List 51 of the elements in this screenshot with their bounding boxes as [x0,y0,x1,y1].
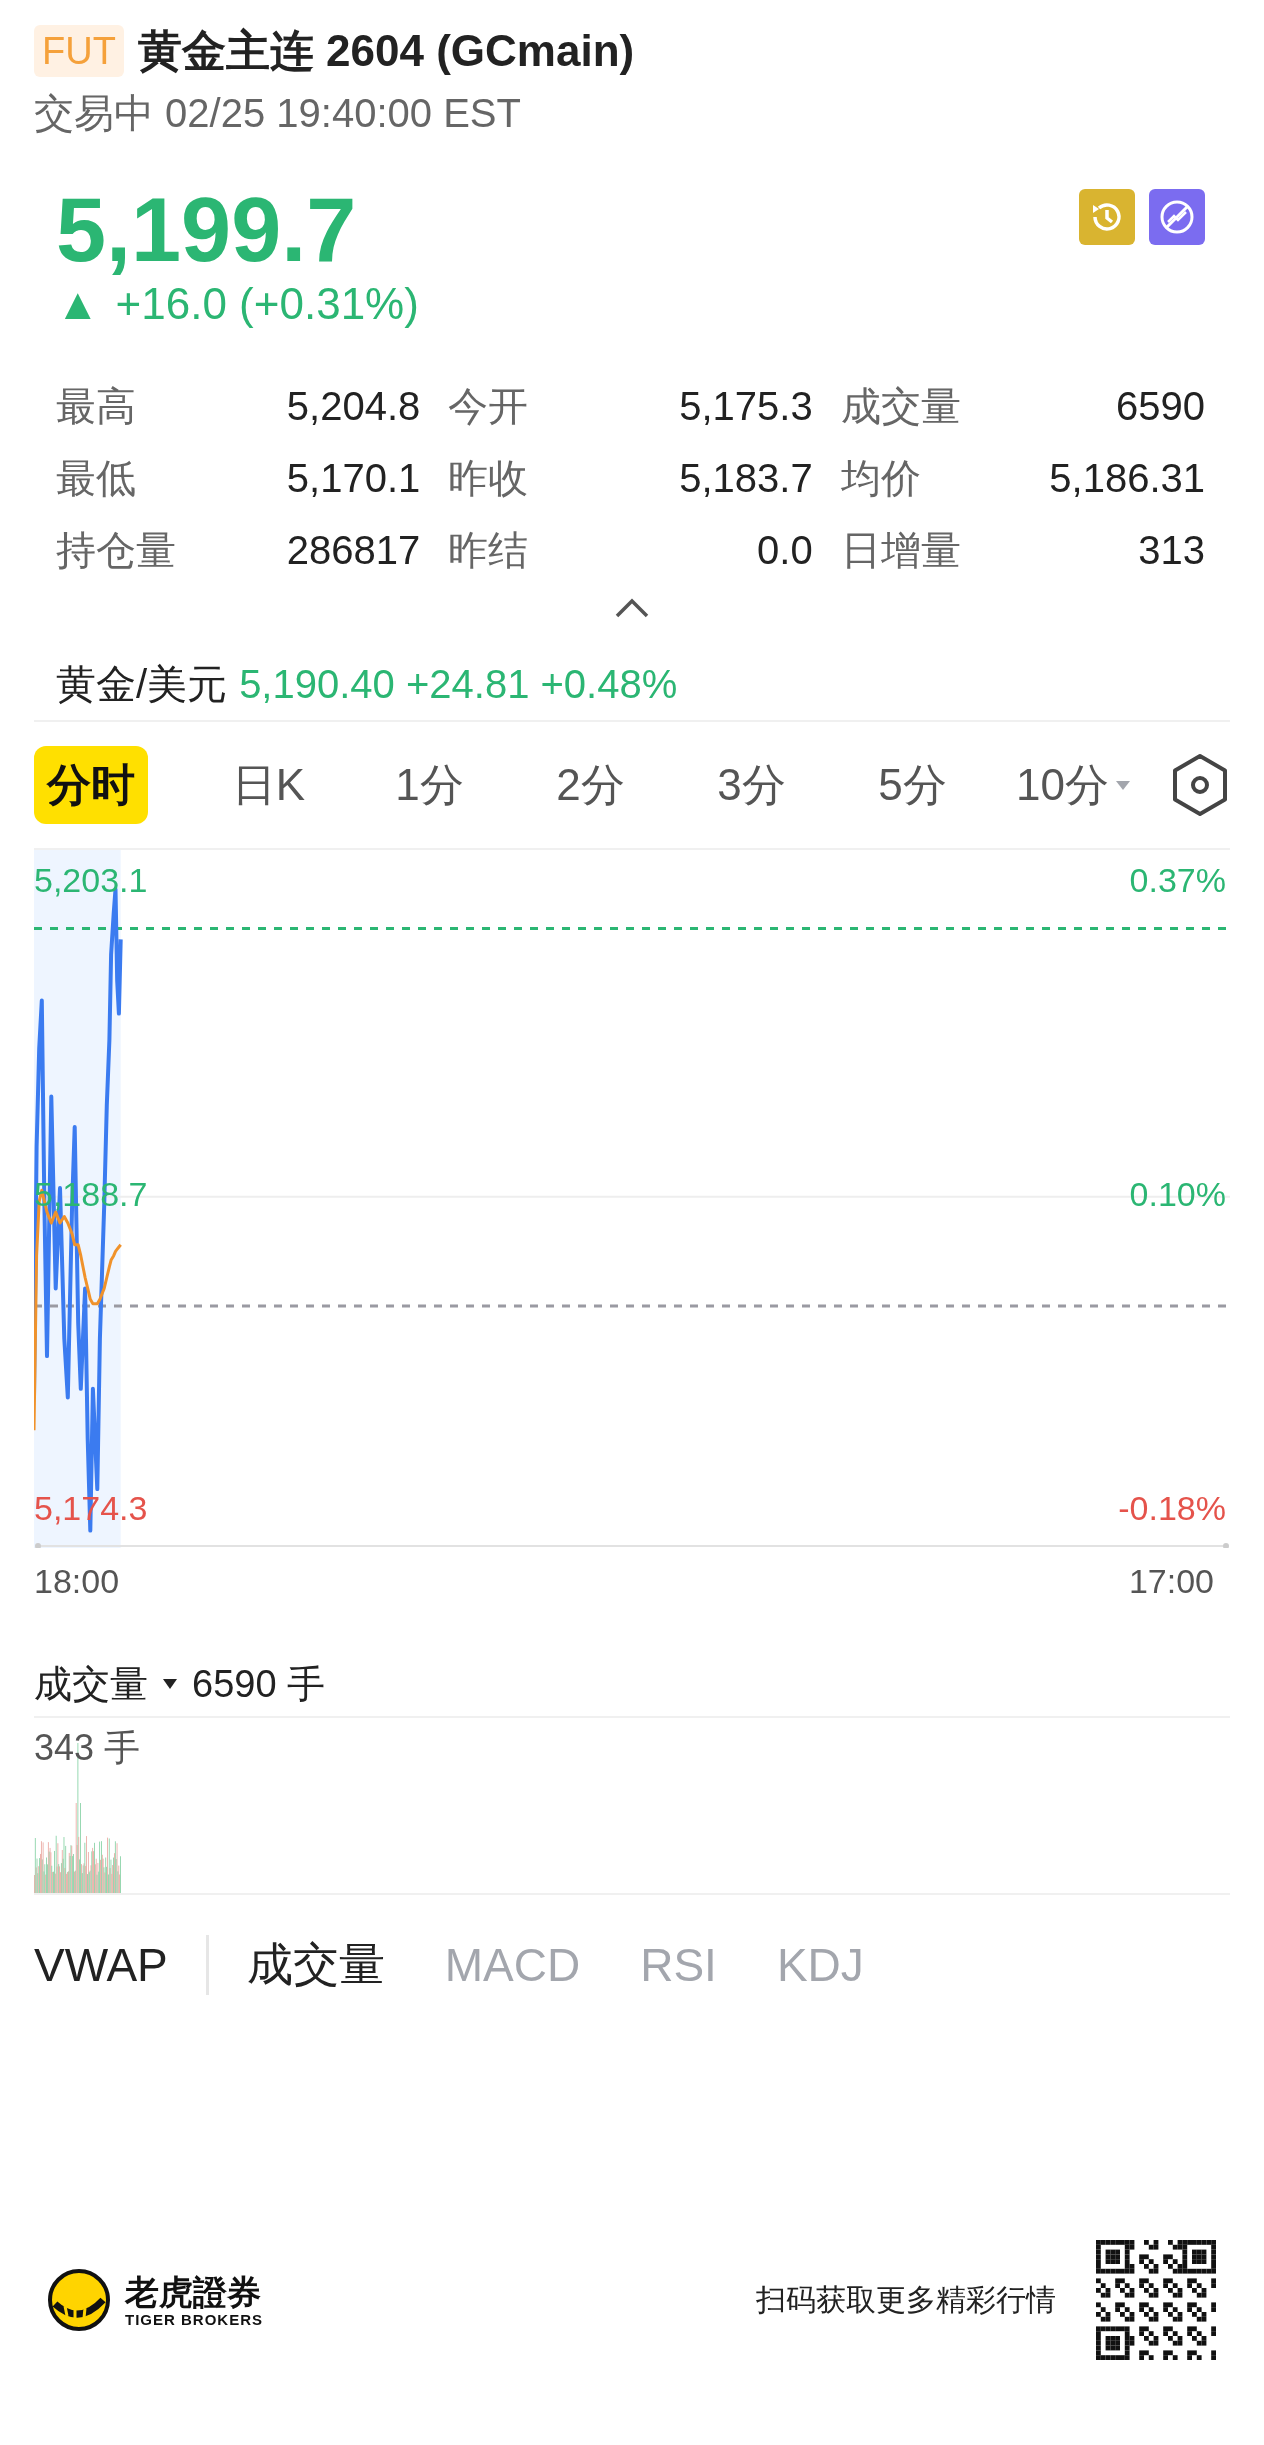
stat-label: 日增量 [840,526,961,574]
percent-axis-label: 0.37% [1129,860,1226,899]
stat-value: 5,175.3 [679,383,813,429]
stat-label: 今开 [448,382,529,430]
price-axis-label: 5,203.1 [34,860,148,899]
market-badge: FUT [34,25,124,77]
percent-axis-label: 0.10% [1129,1174,1226,1213]
time-axis-label: 18:00 [34,1562,120,1602]
stat-label: 成交量 [840,382,961,430]
stat-label: 最低 [56,454,136,502]
trading-status: 交易中 02/25 19:40:00 EST [34,90,522,137]
period-tab[interactable]: 3分 [671,746,832,824]
period-tab[interactable]: 2分 [510,746,671,824]
percent-axis-label: -0.18% [1118,1488,1226,1527]
brand-subtitle: TIGER BROKERS [125,2310,263,2328]
stat-label: 均价 [840,454,921,502]
qr-caption: 扫码获取更多精彩行情 [756,2281,1056,2318]
volume-max-label: 343 手 [34,1726,141,1770]
period-tab[interactable]: 5分 [832,746,993,824]
brand-name: 老虎證券 [125,2272,262,2311]
chevron-up-icon[interactable] [614,597,650,619]
stat-value: 313 [1138,527,1205,573]
volume-selector[interactable]: 成交量 [34,1658,148,1710]
stat-value: 6590 [1116,383,1205,429]
last-price: 5,199.7 [56,184,358,276]
direction-arrow: ▲ [56,278,100,330]
volume-total: 6590 手 [192,1661,326,1707]
indicator-tab[interactable]: 成交量 [246,1934,385,1996]
stat-value: 0.0 [757,527,813,573]
stat-value: 5,204.8 [286,383,421,429]
stat-value: 5,170.1 [286,455,421,501]
stat-value: 5,186.31 [1049,455,1205,501]
related-name: 黄金/美元 [56,660,228,708]
tiger-logo-icon [47,2268,111,2332]
caret-down-icon[interactable] [162,1678,178,1690]
price-change: +16.0 (+0.31%) [115,278,419,330]
stat-label: 昨结 [448,526,529,574]
period-tab[interactable]: 日K [188,746,349,824]
stat-label: 最高 [56,382,136,430]
instrument-title: 黄金主连 2604 (GCmain) [137,24,635,77]
stat-label: 昨收 [448,454,529,502]
indicator-tab[interactable]: VWAP [34,1938,168,1992]
stat-value: 286817 [286,527,421,573]
stat-value: 5,183.7 [679,455,813,501]
related-quote: 5,190.40 +24.81 +0.48% [239,661,678,707]
time-axis-label: 17:00 [1128,1562,1214,1602]
period-tab[interactable]: 10分 [993,746,1154,824]
period-tab[interactable]: 1分 [349,746,510,824]
stat-label: 持仓量 [56,526,176,574]
period-tab[interactable]: 分时 [34,746,148,824]
settings-icon[interactable] [1170,753,1230,817]
